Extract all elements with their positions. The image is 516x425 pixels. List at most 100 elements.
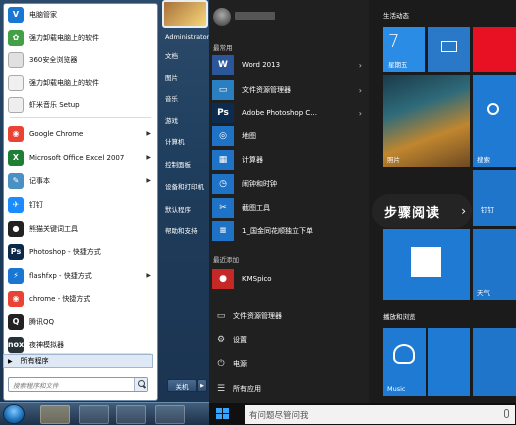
bottom-nav-item[interactable]: ⏻ 电源 xyxy=(209,355,369,373)
app-icon: ▭ xyxy=(212,80,234,100)
program-item[interactable]: ✿ 强力卸载电脑上的软件 xyxy=(4,27,157,48)
calendar-day: 7 xyxy=(388,31,400,52)
recent-app-item[interactable]: ● KMSpico xyxy=(212,268,366,290)
program-item[interactable]: ⚡ flashfxp - 快捷方式 ▶ xyxy=(4,265,157,286)
user-avatar[interactable] xyxy=(213,8,231,26)
app-item[interactable]: ◷ 闹钟和时钟 xyxy=(212,173,366,195)
app-label: 1_国金同花顺独立下单 xyxy=(242,227,313,235)
tile-calendar[interactable]: 7 星期五 xyxy=(383,27,425,72)
submenu-arrow-icon[interactable]: ▶ xyxy=(146,177,151,184)
program-item[interactable]: 虾米音乐 Setup xyxy=(4,94,157,115)
tile-dingding[interactable]: 钉钉 xyxy=(473,170,516,226)
tile-music[interactable]: Music xyxy=(383,328,426,396)
places-item[interactable]: 图片 xyxy=(165,69,178,85)
start-orb-button[interactable] xyxy=(3,404,25,424)
windows-start-icon[interactable] xyxy=(216,408,230,420)
places-item[interactable]: Administrator xyxy=(165,29,209,45)
places-item[interactable]: 帮助和支持 xyxy=(165,222,198,238)
app-label: 计算器 xyxy=(242,156,263,164)
places-item[interactable]: 计算机 xyxy=(165,133,185,149)
program-item[interactable]: ◉ chrome - 快捷方式 xyxy=(4,288,157,309)
program-item[interactable]: ✈ 钉钉 xyxy=(4,194,157,215)
app-item[interactable]: ▦ 计算器 xyxy=(212,149,366,171)
app-item[interactable]: Ps Adobe Photoshop C... › xyxy=(212,102,366,124)
microphone-icon[interactable] xyxy=(504,409,509,418)
tile-search[interactable]: 搜索 xyxy=(473,75,516,167)
program-label: 强力卸载电脑上的软件 xyxy=(29,33,99,42)
app-label: Word 2013 xyxy=(242,61,281,69)
app-item[interactable]: ▭ 文件资源管理器 › xyxy=(212,79,366,101)
tile-weather[interactable]: 天气 xyxy=(473,229,516,300)
places-item[interactable]: 控制面板 xyxy=(165,156,191,172)
submenu-arrow-icon[interactable]: ▶ xyxy=(146,272,151,279)
app-label: 地图 xyxy=(242,132,256,140)
taskbar-chrome-icon[interactable] xyxy=(116,405,146,424)
bottom-nav-label: 电源 xyxy=(233,360,247,368)
places-item[interactable]: 设备和打印机 xyxy=(165,178,204,194)
app-item[interactable]: W Word 2013 › xyxy=(212,54,366,76)
chevron-right-icon[interactable]: › xyxy=(359,86,362,95)
program-item[interactable]: V 电脑管家 xyxy=(4,4,157,25)
taskbar-explorer-icon[interactable] xyxy=(40,405,70,424)
app-item[interactable]: ◎ 地图 xyxy=(212,125,366,147)
tile-store[interactable] xyxy=(383,229,470,300)
program-label: 360安全浏览器 xyxy=(29,55,78,64)
program-icon xyxy=(8,51,24,68)
section-most-used: 最常用 xyxy=(213,44,233,52)
program-item[interactable]: Ps Photoshop - 快捷方式 xyxy=(4,241,157,262)
bottom-nav-label: 文件资源管理器 xyxy=(233,312,282,320)
divider xyxy=(10,117,151,118)
program-label: flashfxp - 快捷方式 xyxy=(29,271,92,280)
win7-start-menu: V 电脑管家 ✿ 强力卸载电脑上的软件 360安全浏览器 强力卸载电脑上的软件 虾米音乐 S… xyxy=(0,0,209,425)
program-label: Microsoft Office Excel 2007 xyxy=(29,153,125,162)
places-item[interactable]: 默认程序 xyxy=(165,201,191,217)
program-item[interactable]: Q 腾讯QQ xyxy=(4,311,157,332)
search-programs-input[interactable]: 搜索程序和文件 xyxy=(8,377,148,392)
group-play: 播放和浏览 xyxy=(383,313,416,321)
search-icon xyxy=(487,103,499,115)
chevron-right-icon[interactable]: › xyxy=(359,109,362,118)
places-item[interactable]: 文档 xyxy=(165,47,178,63)
tile-mail[interactable] xyxy=(428,27,470,72)
shutdown-options-button[interactable]: ▶ xyxy=(197,379,207,392)
program-item[interactable]: ● 熊猫关键词工具 xyxy=(4,218,157,239)
program-label: 虾米音乐 Setup xyxy=(29,100,80,109)
program-item[interactable]: ✎ 记事本 ▶ xyxy=(4,170,157,191)
bottom-nav-item[interactable]: ☰ 所有应用 xyxy=(209,380,369,398)
program-item[interactable]: nox 夜神模拟器 xyxy=(4,334,157,355)
program-icon: V xyxy=(8,6,24,23)
search-icon[interactable] xyxy=(134,378,147,391)
places-item[interactable]: 音乐 xyxy=(165,90,178,106)
app-item[interactable]: ✂ 截图工具 xyxy=(212,197,366,219)
app-item[interactable]: ≡ 1_国金同花顺独立下单 xyxy=(212,220,366,242)
program-label: Google Chrome xyxy=(29,129,84,138)
submenu-arrow-icon[interactable]: ▶ xyxy=(146,154,151,161)
tile-xbox[interactable] xyxy=(473,328,516,396)
user-name-placeholder[interactable] xyxy=(235,12,275,20)
program-icon: X xyxy=(8,149,24,166)
tile-video[interactable] xyxy=(428,328,470,396)
submenu-arrow-icon[interactable]: ▶ xyxy=(146,130,151,137)
program-item[interactable]: X Microsoft Office Excel 2007 ▶ xyxy=(4,147,157,168)
step-reading-badge[interactable]: 步骤阅读 › xyxy=(372,194,472,228)
triangle-right-icon: ▶ xyxy=(8,357,13,365)
program-label: 电脑管家 xyxy=(29,10,57,19)
program-item[interactable]: 强力卸载电脑上的软件 xyxy=(4,72,157,93)
program-label: 记事本 xyxy=(29,176,50,185)
bottom-nav-item[interactable]: ▭ 文件资源管理器 xyxy=(209,307,369,325)
taskbar-media-icon[interactable] xyxy=(79,405,109,424)
all-programs-button[interactable]: ▶ 所有程序 xyxy=(3,354,153,368)
shutdown-button[interactable]: 关机 xyxy=(167,379,197,392)
tile-music-label: Music xyxy=(387,385,406,393)
program-item[interactable]: ◉ Google Chrome ▶ xyxy=(4,123,157,144)
chevron-right-icon[interactable]: › xyxy=(359,61,362,70)
cortana-search-input[interactable]: 有问题尽管问我 xyxy=(245,405,515,424)
tile-photos[interactable]: 照片 xyxy=(383,75,470,167)
bottom-nav-item[interactable]: ⚙ 设置 xyxy=(209,331,369,349)
program-item[interactable]: 360安全浏览器 xyxy=(4,49,157,70)
bottom-nav-label: 设置 xyxy=(233,336,247,344)
taskbar-app-icon[interactable] xyxy=(155,405,185,424)
places-item[interactable]: 游戏 xyxy=(165,112,178,128)
tile-red[interactable] xyxy=(473,27,516,72)
chevron-right-icon: › xyxy=(461,204,466,218)
